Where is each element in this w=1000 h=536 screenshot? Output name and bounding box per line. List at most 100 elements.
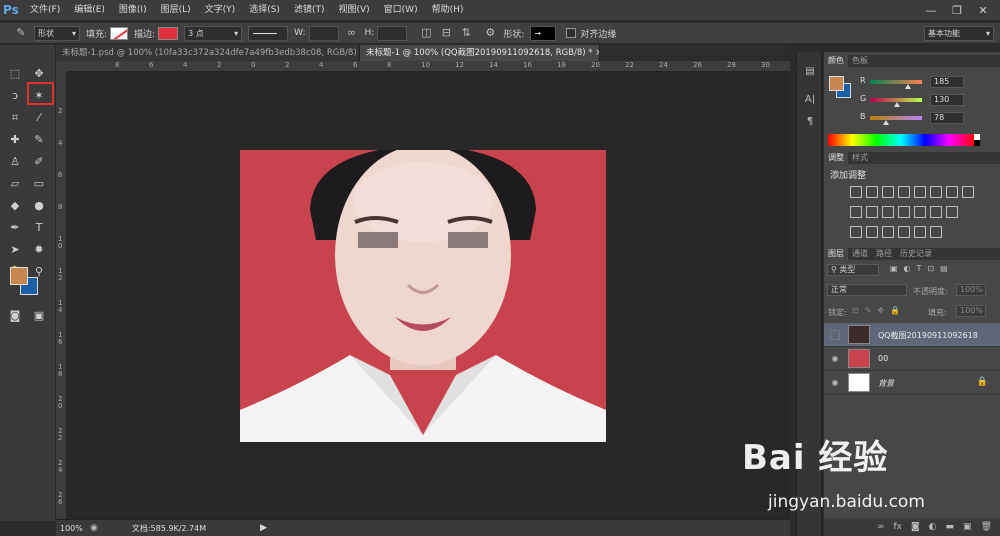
custom-shape-tool-icon[interactable]: ✹	[29, 241, 49, 259]
status-options-icon[interactable]: ◉	[90, 523, 98, 533]
eye-icon[interactable]: ◉	[830, 354, 840, 364]
tab-paths[interactable]: 路径	[872, 248, 896, 260]
status-menu-arrow-icon[interactable]: ▶	[260, 523, 267, 533]
color-foreground-swatch[interactable]	[829, 76, 844, 91]
restore-button[interactable]: ❐	[944, 4, 970, 17]
trash-icon[interactable]: 🗑	[981, 522, 992, 532]
brush-tool-icon[interactable]: ✎	[29, 131, 49, 149]
history-brush-tool-icon[interactable]: ✐	[29, 153, 49, 171]
adjustment-icon[interactable]	[882, 186, 894, 198]
history-panel-icon[interactable]: ▤	[802, 64, 818, 80]
adjustment-icon[interactable]	[946, 186, 958, 198]
layer-row-background[interactable]: ◉ 背景 🔒	[824, 371, 1000, 395]
tab-swatches[interactable]: 色板	[848, 55, 872, 67]
path-selection-tool-icon[interactable]: ➤	[5, 241, 25, 259]
adjustment-icon[interactable]	[850, 206, 862, 218]
zoom-level[interactable]: 100%	[60, 524, 90, 533]
tab-document-1[interactable]: 未标题-1.psd @ 100% (10fa33c372a324dfe7a49f…	[56, 45, 360, 61]
adjustment-icon[interactable]	[930, 206, 942, 218]
adjustment-icon[interactable]	[946, 206, 958, 218]
height-field[interactable]	[377, 25, 408, 41]
gear-icon[interactable]: ⚙	[483, 26, 497, 40]
fx-icon[interactable]: fx	[893, 522, 902, 532]
align-edges-checkbox[interactable]	[566, 28, 577, 38]
eyedropper-tool-icon[interactable]: ⁄	[29, 109, 49, 127]
screen-mode-icon[interactable]: ▣	[29, 307, 49, 325]
close-button[interactable]: ✕	[970, 4, 996, 17]
adjustment-layer-icon[interactable]: ◐	[929, 522, 937, 532]
gradient-tool-icon[interactable]: ▭	[29, 175, 49, 193]
menu-edit[interactable]: 编辑(E)	[67, 0, 112, 20]
adjustment-icon[interactable]	[850, 186, 862, 198]
tab-color[interactable]: 颜色	[824, 55, 848, 67]
tab-channels[interactable]: 通道	[848, 248, 872, 260]
stroke-swatch[interactable]	[158, 26, 179, 40]
pen-tool-preset-icon[interactable]: ✎	[14, 26, 28, 40]
add-mask-icon[interactable]: ◙	[911, 522, 920, 532]
ruler-left[interactable]: 2 4 6 8 1 0 1 2 1 4 1 6 1 8 2 0 2 2 2 4 2 6	[56, 72, 67, 519]
stroke-type-select[interactable]	[248, 25, 289, 41]
close-icon[interactable]: ×	[595, 48, 599, 58]
green-value-field[interactable]: 130	[930, 94, 964, 106]
opacity-field[interactable]: 100%	[956, 284, 986, 296]
move-tool-icon[interactable]: ✥	[29, 65, 49, 83]
layer-filter-select[interactable]: ⚲ 类型	[827, 264, 879, 276]
black-white-swatch[interactable]	[974, 134, 980, 146]
path-alignment-icon[interactable]: ⊟	[439, 26, 453, 40]
red-slider-thumb[interactable]	[904, 84, 911, 89]
shape-picker[interactable]: →	[530, 25, 557, 41]
menu-image[interactable]: 图像(I)	[112, 0, 154, 20]
adjustment-icon[interactable]	[898, 206, 910, 218]
adjustment-icon[interactable]	[930, 186, 942, 198]
tab-styles[interactable]: 样式	[848, 152, 872, 164]
character-panel-icon[interactable]: A|	[802, 92, 818, 108]
dodge-tool-icon[interactable]: ●	[29, 197, 49, 215]
fill-field[interactable]: 100%	[956, 305, 986, 317]
blue-slider-thumb[interactable]	[882, 120, 889, 125]
type-tool-icon[interactable]: T	[29, 219, 49, 237]
crop-tool-icon[interactable]: ⌗	[5, 109, 25, 127]
menu-view[interactable]: 视图(V)	[331, 0, 376, 20]
clone-stamp-tool-icon[interactable]: ♙	[5, 153, 25, 171]
layer-row-qq[interactable]: QQ截图20190911092618	[824, 323, 1000, 347]
eye-icon[interactable]: ◉	[830, 378, 840, 388]
link-icon[interactable]: ∞	[345, 26, 359, 40]
tab-document-2[interactable]: 未标题-1 @ 100% (QQ截图20190911092618, RGB/8)…	[360, 45, 600, 61]
minimize-button[interactable]: —	[918, 4, 944, 17]
adjustment-icon[interactable]	[898, 186, 910, 198]
path-operations-icon[interactable]: ◫	[419, 26, 433, 40]
blur-tool-icon[interactable]: ◆	[5, 197, 25, 215]
ruler-top[interactable]: 864202468101214161820222426283032	[67, 61, 804, 72]
adjustment-icon[interactable]	[866, 186, 878, 198]
menu-layer[interactable]: 图层(L)	[154, 0, 198, 20]
menu-type[interactable]: 文字(Y)	[198, 0, 243, 20]
link-layers-icon[interactable]: ∞	[877, 522, 885, 532]
layer-visibility-toggle[interactable]	[830, 330, 840, 340]
green-slider-thumb[interactable]	[893, 102, 900, 107]
fill-swatch[interactable]	[110, 26, 129, 40]
path-arrangement-icon[interactable]: ⇅	[459, 26, 473, 40]
adjustment-icon[interactable]	[914, 206, 926, 218]
eraser-tool-icon[interactable]: ▱	[5, 175, 25, 193]
pen-tool-icon[interactable]: ✒	[5, 219, 25, 237]
menu-filter[interactable]: 滤镜(T)	[287, 0, 332, 20]
workspace-select[interactable]: 基本功能 ▾	[924, 26, 994, 41]
adjustment-icon[interactable]	[914, 186, 926, 198]
stroke-width-field[interactable]: 3 点 ▾	[184, 25, 243, 41]
adjustment-icon[interactable]	[850, 226, 862, 238]
menu-select[interactable]: 选择(S)	[242, 0, 287, 20]
blue-value-field[interactable]: 78	[930, 112, 964, 124]
adjustment-icon[interactable]	[882, 226, 894, 238]
adjustment-icon[interactable]	[882, 206, 894, 218]
paragraph-panel-icon[interactable]: ¶	[802, 114, 818, 130]
width-field[interactable]	[308, 25, 339, 41]
menu-help[interactable]: 帮助(H)	[425, 0, 471, 20]
adjustment-icon[interactable]	[898, 226, 910, 238]
new-layer-icon[interactable]: ▣	[963, 522, 972, 532]
color-spectrum-bar[interactable]	[828, 134, 974, 146]
tool-mode-select[interactable]: 形状 ▾	[34, 25, 80, 41]
menu-window[interactable]: 窗口(W)	[377, 0, 425, 20]
adjustment-icon[interactable]	[866, 226, 878, 238]
menu-file[interactable]: 文件(F)	[23, 0, 67, 20]
foreground-color-swatch[interactable]	[10, 267, 28, 285]
